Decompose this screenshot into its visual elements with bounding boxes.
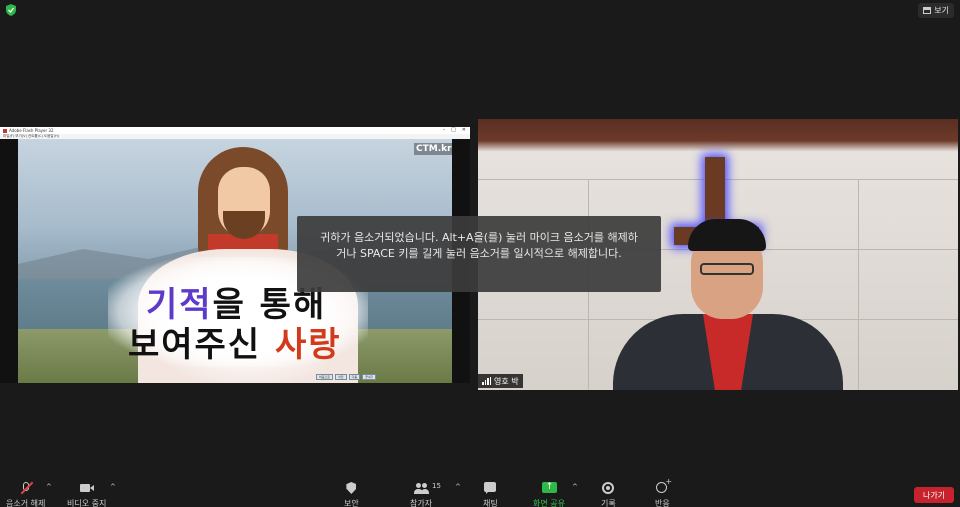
security-shield-icon <box>344 482 358 495</box>
person-glasses <box>700 263 754 275</box>
close-button[interactable]: ✕ <box>462 127 466 133</box>
record-icon <box>601 482 615 495</box>
reactions-button[interactable]: 반응 <box>655 477 672 507</box>
stop-video-button[interactable]: 비디오 중지 <box>67 482 106 507</box>
slide-btn-next[interactable]: 다음 <box>348 374 361 380</box>
slide-btn-exit[interactable]: 끝내기 <box>362 374 377 380</box>
video-label: 비디오 중지 <box>67 499 107 507</box>
app-icon <box>3 128 7 133</box>
unmute-button[interactable]: 음소거 해제 <box>6 481 46 507</box>
video-options-caret[interactable]: ^ <box>110 483 116 491</box>
slide-title-line2: 보여주신 사랑 <box>128 317 342 366</box>
signal-icon <box>482 377 491 385</box>
unmute-label: 음소거 해제 <box>6 499 46 507</box>
wall-line <box>858 179 859 390</box>
slide-nav-buttons: 처음으로 이전 다음 끝내기 <box>316 374 377 380</box>
reactions-icon <box>655 477 672 495</box>
grid-view-icon <box>923 7 932 14</box>
view-label: 보기 <box>934 6 949 15</box>
share-screen-icon: ↑ <box>541 482 557 495</box>
chat-bubble-icon <box>483 482 497 495</box>
audio-options-caret[interactable]: ^ <box>46 483 52 491</box>
app-window-title: Adobe Flash Player 32 <box>9 128 54 133</box>
share-screen-button[interactable]: ↑ 화면 공유 <box>533 482 565 507</box>
minimize-button[interactable]: – <box>443 127 446 133</box>
encryption-shield-icon[interactable] <box>5 4 17 16</box>
slide-btn-prev[interactable]: 이전 <box>335 374 347 380</box>
person-hair <box>688 219 766 251</box>
letterbox-left <box>0 139 18 383</box>
meeting-toolbar: 음소거 해제 ^ 비디오 중지 ^ 보안 참가자 15 ^ 채팅 ↑ 화면 공유… <box>0 475 960 507</box>
participants-icon <box>414 482 430 495</box>
maximize-button[interactable]: □ <box>451 127 456 133</box>
ctm-logo: CTM.kr <box>414 143 452 155</box>
video-camera-icon <box>79 482 94 495</box>
muted-notification: 귀하가 음소거되었습니다. Alt+A을(를) 눌러 마이크 음소거를 해제하거… <box>297 216 661 292</box>
record-button[interactable]: 기록 <box>601 482 616 507</box>
mic-muted-icon <box>19 481 34 495</box>
security-label: 보안 <box>344 499 359 507</box>
participants-label: 참가자 <box>410 499 433 507</box>
participant-name-tag: 영호 박 <box>478 374 523 388</box>
participants-options-caret[interactable]: ^ <box>455 483 461 491</box>
record-label: 기록 <box>601 499 616 507</box>
share-label: 화면 공유 <box>533 499 565 507</box>
participants-count: 15 <box>432 482 441 490</box>
slide-line2-rest: 보여주신 <box>128 325 275 365</box>
slide-highlight-2: 사랑 <box>274 325 342 365</box>
app-titlebar: Adobe Flash Player 32 – □ ✕ <box>0 127 470 134</box>
slide-btn-first[interactable]: 처음으로 <box>316 374 334 380</box>
security-button[interactable]: 보안 <box>344 482 359 507</box>
chat-label: 채팅 <box>483 499 498 507</box>
reactions-label: 반응 <box>655 499 670 507</box>
view-button[interactable]: 보기 <box>918 3 954 18</box>
chat-button[interactable]: 채팅 <box>483 482 498 507</box>
participant-name: 영호 박 <box>494 376 519 386</box>
participants-button[interactable]: 참가자 <box>410 482 432 507</box>
share-options-caret[interactable]: ^ <box>572 483 578 491</box>
leave-button[interactable]: 나가기 <box>914 487 954 503</box>
